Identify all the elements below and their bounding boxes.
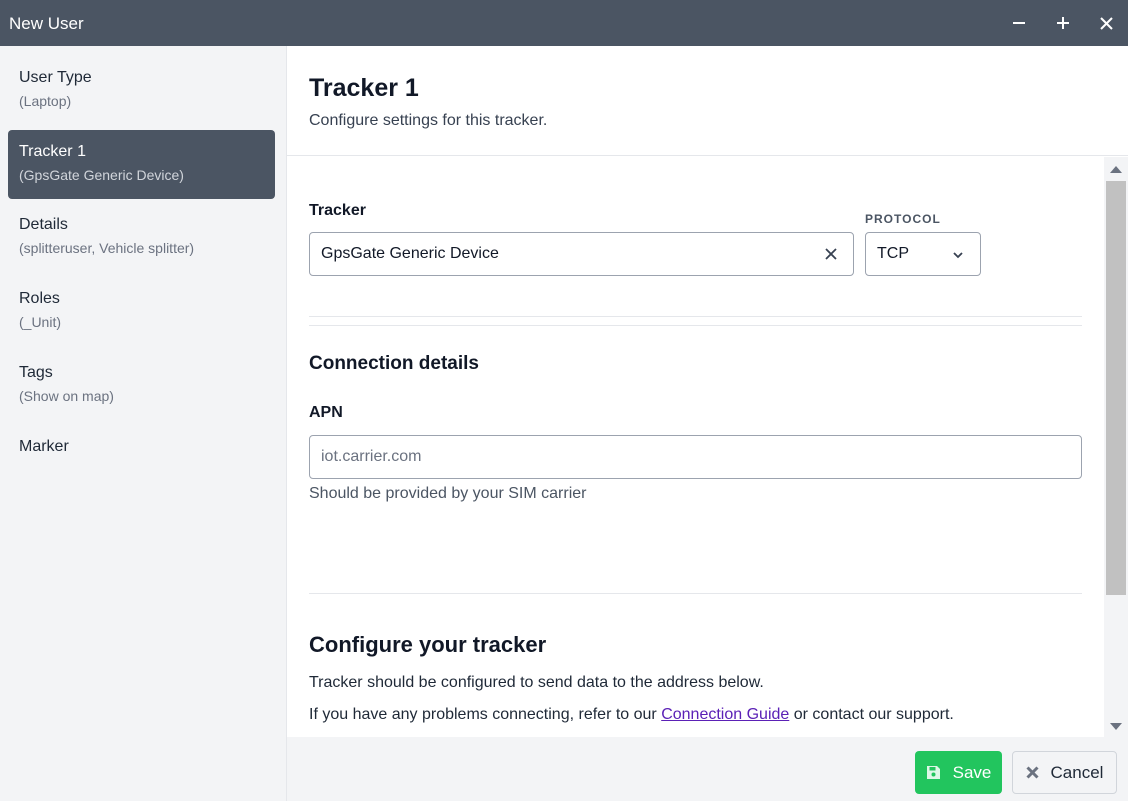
scroll-down-arrow-icon[interactable] [1110, 723, 1122, 730]
sidebar-item-sub: (splitteruser, Vehicle splitter) [19, 240, 195, 256]
configure-text-1: Tracker should be configured to send dat… [309, 674, 764, 691]
divider [309, 325, 1082, 326]
sidebar-item-tracker-1[interactable]: Tracker 1 (GpsGate Generic Device) [8, 130, 275, 199]
sidebar-item-sub: (GpsGate Generic Device) [19, 167, 184, 183]
clear-icon[interactable] [824, 247, 838, 266]
sidebar-nav: User Type (Laptop) Tracker 1 (GpsGate Ge… [0, 46, 287, 801]
cancel-label: Cancel [1050, 762, 1104, 782]
x-icon [1025, 766, 1039, 779]
apn-label: APN [309, 404, 343, 421]
sidebar-item-roles[interactable]: Roles (_Unit) [8, 277, 275, 346]
sidebar-item-sub: (Laptop) [19, 93, 72, 109]
close-button[interactable] [1095, 12, 1117, 34]
sidebar-item-sub: (_Unit) [19, 314, 62, 330]
cancel-button[interactable]: Cancel [1012, 751, 1117, 794]
close-icon [1099, 16, 1113, 30]
protocol-select[interactable]: TCP [865, 232, 981, 276]
sidebar-item-label: Details [19, 216, 68, 233]
chevron-down-icon [952, 248, 964, 266]
tracker-label: Tracker [309, 202, 366, 219]
tracker-value: GpsGate Generic Device [321, 245, 499, 262]
content-scrollbar[interactable] [1104, 157, 1128, 737]
divider [309, 593, 1082, 594]
sidebar-item-marker[interactable]: Marker [8, 425, 275, 494]
scroll-thumb[interactable] [1106, 181, 1126, 595]
protocol-value: TCP [877, 245, 909, 262]
apn-input-box [309, 435, 1082, 479]
connection-details-title: Connection details [309, 353, 479, 374]
page-subtitle: Configure settings for this tracker. [309, 112, 548, 129]
sidebar-item-details[interactable]: Details (splitteruser, Vehicle splitter) [8, 203, 275, 272]
apn-input[interactable] [310, 436, 1081, 478]
save-button[interactable]: Save [915, 751, 1002, 794]
minimize-icon [1013, 22, 1025, 24]
connection-guide-link[interactable]: Connection Guide [661, 706, 789, 723]
floppy-disk-icon [926, 765, 941, 780]
save-label: Save [952, 762, 992, 782]
tracker-select[interactable]: GpsGate Generic Device [309, 232, 854, 276]
apn-hint: Should be provided by your SIM carrier [309, 485, 587, 502]
maximize-button[interactable] [1052, 12, 1074, 34]
sidebar-item-tags[interactable]: Tags (Show on map) [8, 351, 275, 420]
configure-text-2: If you have any problems connecting, ref… [309, 706, 954, 724]
sidebar-item-label: Tracker 1 [19, 143, 86, 160]
maximize-icon [1057, 17, 1069, 29]
scroll-up-arrow-icon[interactable] [1110, 166, 1122, 173]
sidebar-item-label: Marker [19, 438, 69, 455]
minimize-button[interactable] [1008, 12, 1030, 34]
configure-text-2-after: or contact our support. [793, 706, 954, 723]
sidebar-item-label: Roles [19, 290, 60, 307]
protocol-label: PROTOCOL [865, 212, 941, 226]
window-titlebar: New User [0, 0, 1128, 46]
dialog-footer: Save Cancel [287, 737, 1128, 801]
sidebar-item-user-type[interactable]: User Type (Laptop) [8, 56, 275, 125]
configure-text-2-before: If you have any problems connecting, ref… [309, 706, 657, 723]
sidebar-item-label: Tags [19, 364, 53, 381]
divider [309, 316, 1082, 317]
configure-tracker-title: Configure your tracker [309, 632, 547, 657]
sidebar-item-sub: (Show on map) [19, 388, 114, 404]
page-title: Tracker 1 [309, 74, 419, 102]
page-header: Tracker 1 Configure settings for this tr… [287, 46, 1128, 156]
window-title: New User [9, 14, 84, 33]
sidebar-item-label: User Type [19, 69, 92, 86]
tracker-settings-panel: Tracker GpsGate Generic Device PROTOCOL … [287, 157, 1104, 737]
